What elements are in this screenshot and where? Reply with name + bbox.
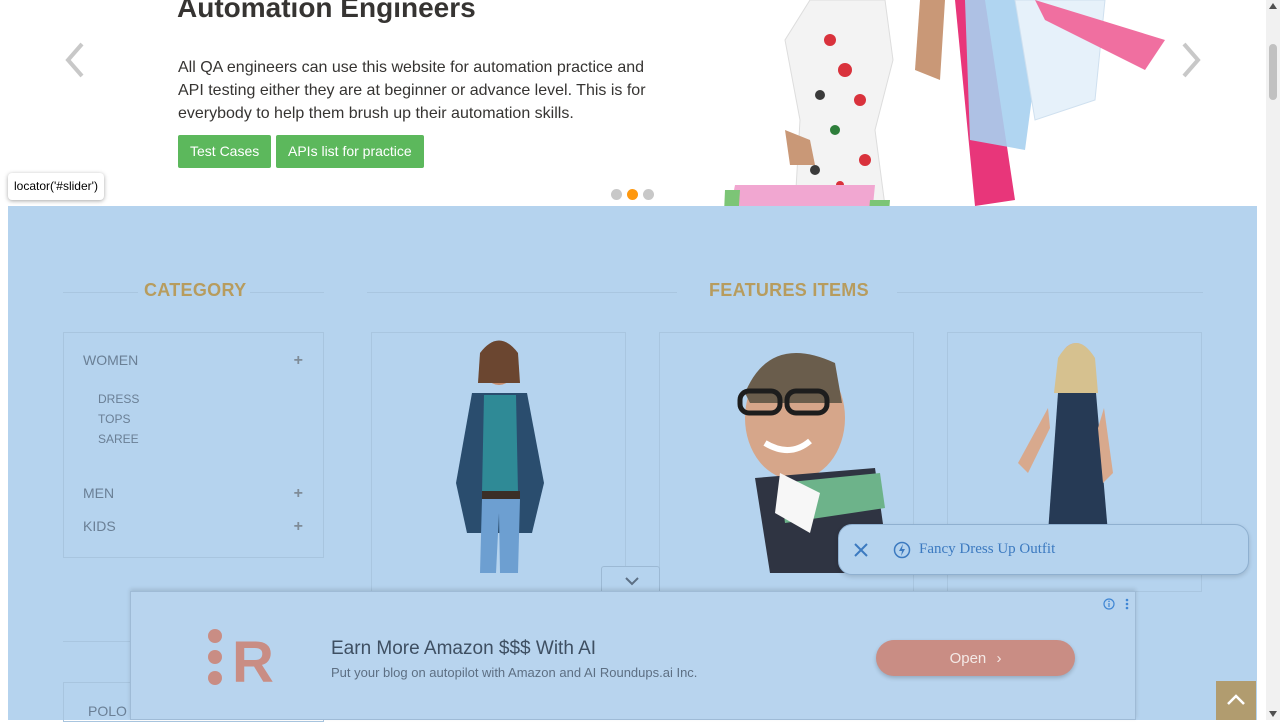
slider-dot-active[interactable] bbox=[627, 189, 638, 200]
subcategory-tops[interactable]: TOPS bbox=[98, 412, 130, 426]
plus-icon[interactable]: + bbox=[294, 485, 303, 503]
slider-prev-icon[interactable] bbox=[60, 38, 90, 82]
category-heading: CATEGORY bbox=[144, 280, 247, 300]
ad-menu-icon[interactable] bbox=[1125, 598, 1129, 610]
divider bbox=[897, 292, 1203, 293]
lightning-icon bbox=[893, 541, 911, 559]
chevron-down-icon bbox=[625, 577, 639, 586]
advertisement-banner[interactable]: R Earn More Amazon $$$ With AI Put your … bbox=[130, 591, 1136, 720]
shopping-woman-image bbox=[723, 0, 1165, 236]
slider-dot[interactable] bbox=[643, 189, 654, 200]
scrollbar-thumb[interactable] bbox=[1269, 44, 1277, 100]
ad-open-button[interactable]: Open › bbox=[876, 640, 1075, 676]
brand-polo[interactable]: POLO bbox=[88, 703, 127, 719]
category-kids-label: KIDS bbox=[83, 518, 116, 534]
test-cases-button[interactable]: Test Cases bbox=[178, 135, 272, 168]
ad-open-label: Open bbox=[949, 649, 987, 667]
slider: Automation Engineers All QA engineers ca… bbox=[0, 0, 1266, 236]
product-image-woman-cardigan bbox=[456, 340, 544, 573]
scroll-up-arrow-icon[interactable] bbox=[1269, 3, 1277, 9]
product-card bbox=[371, 332, 626, 592]
ad-info-icon[interactable] bbox=[1103, 598, 1115, 610]
slider-indicators bbox=[611, 189, 654, 200]
close-icon[interactable] bbox=[853, 542, 869, 558]
slider-title: Automation Engineers bbox=[177, 0, 476, 23]
category-men-label: MEN bbox=[83, 485, 115, 501]
page-scrollbar[interactable] bbox=[1266, 0, 1280, 720]
slider-next-icon[interactable] bbox=[1176, 38, 1206, 82]
ad-collapse-button[interactable] bbox=[601, 566, 660, 593]
locator-tooltip: locator('#slider') bbox=[8, 173, 104, 200]
features-heading: FEATURES ITEMS bbox=[709, 280, 869, 300]
category-women-label: WOMEN bbox=[83, 352, 139, 368]
subcategory-dress[interactable]: DRESS bbox=[98, 392, 139, 406]
plus-icon[interactable]: + bbox=[294, 352, 303, 370]
category-kids[interactable]: KIDS + bbox=[83, 518, 303, 536]
category-women[interactable]: WOMEN + bbox=[83, 352, 303, 370]
divider bbox=[63, 292, 138, 293]
plus-icon[interactable]: + bbox=[294, 518, 303, 536]
suggestion-text: Fancy Dress Up Outfit bbox=[919, 541, 1056, 557]
ad-title: Earn More Amazon $$$ With AI bbox=[331, 638, 597, 659]
suggestion-pill[interactable]: Fancy Dress Up Outfit bbox=[838, 524, 1249, 575]
scroll-up-button[interactable] bbox=[1216, 681, 1256, 720]
divider bbox=[250, 292, 324, 293]
scroll-down-arrow-icon[interactable] bbox=[1269, 711, 1277, 717]
ad-logo-icon: R bbox=[208, 629, 274, 688]
chevron-up-icon bbox=[1227, 694, 1245, 705]
slider-description: All QA engineers can use this website fo… bbox=[178, 59, 646, 122]
slider-dot[interactable] bbox=[611, 189, 622, 200]
subcategory-saree[interactable]: SAREE bbox=[98, 432, 139, 446]
ad-subtitle: Put your blog on autopilot with Amazon a… bbox=[331, 665, 698, 680]
ad-logo-letter: R bbox=[232, 630, 274, 688]
divider bbox=[367, 292, 677, 293]
chevron-right-icon: › bbox=[996, 649, 1002, 667]
category-men[interactable]: MEN + bbox=[83, 485, 303, 503]
apis-list-button[interactable]: APIs list for practice bbox=[276, 135, 424, 168]
